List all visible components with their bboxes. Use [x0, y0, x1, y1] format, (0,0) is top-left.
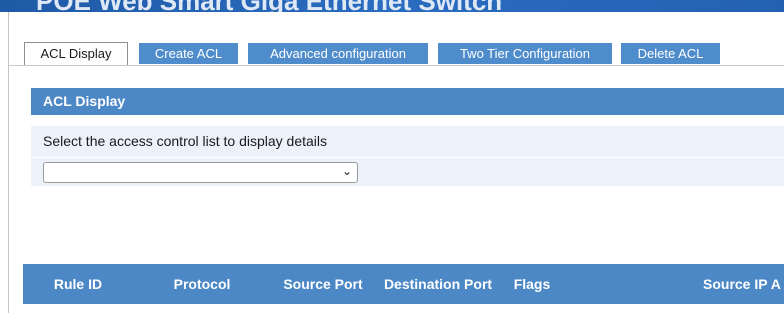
column-header-protocol: Protocol: [173, 276, 231, 292]
tab-bar: ACL Display Create ACL Advanced configur…: [8, 12, 784, 66]
tab-two-tier-configuration[interactable]: Two Tier Configuration: [438, 43, 612, 64]
column-header-rule-id: Rule ID: [53, 276, 103, 292]
section-title: ACL Display: [31, 88, 784, 115]
tab-delete-acl[interactable]: Delete ACL: [621, 43, 720, 64]
acl-select-dropdown[interactable]: ⌄: [43, 162, 358, 183]
tab-advanced-configuration[interactable]: Advanced configuration: [248, 43, 428, 64]
column-header-source-port: Source Port: [283, 276, 363, 292]
app-title: POE Web Smart Giga Ethernet Switch: [36, 0, 502, 12]
chevron-down-icon: ⌄: [341, 164, 352, 178]
select-acl-label: Select the access control list to displa…: [31, 126, 784, 157]
tab-acl-display[interactable]: ACL Display: [24, 42, 128, 65]
column-header-source-ip: Source IP A: [703, 276, 781, 292]
tab-create-acl[interactable]: Create ACL: [139, 43, 238, 64]
column-header-flags: Flags: [513, 276, 551, 292]
rule-table-header: Rule ID Protocol Source Port Destination…: [23, 264, 784, 304]
select-acl-row: ⌄: [31, 157, 784, 186]
tab-underline: [8, 65, 784, 66]
app-banner: POE Web Smart Giga Ethernet Switch: [0, 0, 784, 12]
column-header-destination-port: Destination Port: [383, 276, 493, 292]
